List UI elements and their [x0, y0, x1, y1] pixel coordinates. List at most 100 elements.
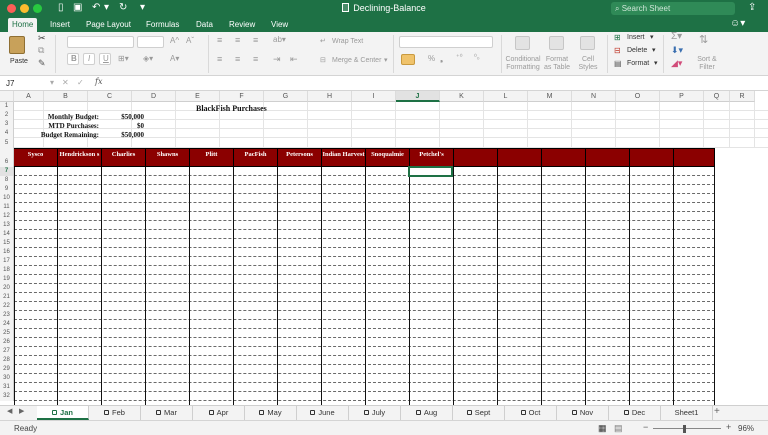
- tab-page-layout[interactable]: Page Layout: [82, 18, 135, 32]
- vendor-header-cell[interactable]: Indian Harvest: [322, 149, 366, 168]
- font-name-select[interactable]: [67, 36, 134, 48]
- font-size-select[interactable]: [137, 36, 164, 48]
- row-header-1[interactable]: 1: [0, 102, 14, 111]
- sheet-tab-oct[interactable]: Oct: [505, 406, 557, 420]
- delete-dropdown-icon[interactable]: ▾: [652, 47, 656, 55]
- copy-icon[interactable]: ⧉: [38, 46, 44, 55]
- delete-cells-icon[interactable]: ⊟: [614, 47, 621, 55]
- tab-view[interactable]: View: [267, 18, 292, 32]
- sheet-tab-apr[interactable]: Apr: [193, 406, 245, 420]
- sheet-tab-sheet1[interactable]: Sheet1: [661, 406, 713, 420]
- column-header-i[interactable]: I: [352, 91, 396, 102]
- active-cell-j7[interactable]: [408, 166, 453, 177]
- format-cells-icon[interactable]: ▤: [614, 60, 622, 68]
- merge-center-button[interactable]: Merge & Center: [332, 57, 381, 65]
- page-layout-view-icon[interactable]: ▤: [614, 423, 623, 434]
- row-header-5[interactable]: 5: [0, 138, 14, 148]
- tab-home[interactable]: Home: [8, 18, 38, 32]
- underline-button[interactable]: U: [99, 53, 111, 65]
- sheet-tab-nov[interactable]: Nov: [557, 406, 609, 420]
- sort-filter-button[interactable]: Sort & Filter: [692, 56, 722, 72]
- column-header-h[interactable]: H: [308, 91, 352, 102]
- vendor-header-cell[interactable]: Snoqualmie: [366, 149, 410, 168]
- sheet-tab-sept[interactable]: Sept: [453, 406, 505, 420]
- row-header-23[interactable]: 23: [0, 311, 14, 320]
- decrease-font-icon[interactable]: Aˇ: [186, 37, 194, 45]
- row-header-12[interactable]: 12: [0, 212, 14, 221]
- row-header-21[interactable]: 21: [0, 293, 14, 302]
- vendor-header-cell[interactable]: [498, 149, 542, 168]
- format-dropdown-icon[interactable]: ▾: [654, 60, 658, 68]
- row-header-24[interactable]: 24: [0, 320, 14, 329]
- wrap-text-button[interactable]: Wrap Text: [332, 38, 363, 46]
- row-header-4[interactable]: 4: [0, 129, 14, 138]
- clear-icon[interactable]: ◢▾: [671, 59, 682, 68]
- normal-view-icon[interactable]: ▦: [598, 423, 607, 434]
- sheet-tab-mar[interactable]: Mar: [141, 406, 193, 420]
- zoom-slider[interactable]: [653, 428, 721, 429]
- format-button[interactable]: Format: [627, 60, 649, 68]
- column-header-l[interactable]: L: [484, 91, 528, 102]
- align-bottom-icon[interactable]: ≡: [253, 36, 258, 45]
- align-left-icon[interactable]: ≡: [217, 55, 222, 64]
- wrap-text-icon[interactable]: ↵: [320, 38, 326, 46]
- insert-button[interactable]: Insert: [627, 34, 645, 42]
- orientation-icon[interactable]: ab▾: [273, 36, 286, 44]
- sheet-tab-june[interactable]: June: [297, 406, 349, 420]
- vendor-header-cell[interactable]: [542, 149, 586, 168]
- italic-button[interactable]: I: [83, 53, 95, 65]
- column-header-r[interactable]: R: [730, 91, 755, 102]
- prev-sheet-icon[interactable]: ◀: [7, 407, 12, 415]
- row-header-6[interactable]: 6: [0, 148, 14, 167]
- row-header-14[interactable]: 14: [0, 230, 14, 239]
- increase-decimal-icon[interactable]: ⁺⁰: [456, 54, 463, 62]
- align-right-icon[interactable]: ≡: [253, 55, 258, 64]
- column-header-d[interactable]: D: [132, 91, 176, 102]
- merge-dropdown-icon[interactable]: ▾: [384, 57, 388, 65]
- column-header-a[interactable]: A: [14, 91, 44, 102]
- borders-icon[interactable]: ⊞▾: [118, 55, 129, 63]
- cut-icon[interactable]: ✂: [38, 34, 46, 43]
- row-header-22[interactable]: 22: [0, 302, 14, 311]
- align-top-icon[interactable]: ≡: [217, 36, 222, 45]
- paste-button[interactable]: Paste: [6, 58, 32, 66]
- format-as-table-button[interactable]: Format as Table: [541, 56, 573, 72]
- vendor-header-cell[interactable]: Hendrickson s: [58, 149, 102, 168]
- fill-color-icon[interactable]: ◈▾: [143, 55, 153, 63]
- align-center-icon[interactable]: ≡: [235, 55, 240, 64]
- column-header-p[interactable]: P: [660, 91, 704, 102]
- row-header-18[interactable]: 18: [0, 266, 14, 275]
- zoom-out-icon[interactable]: −: [643, 422, 648, 432]
- zoom-slider-handle[interactable]: [683, 425, 686, 433]
- tab-review[interactable]: Review: [225, 18, 259, 32]
- sheet-tab-july[interactable]: July: [349, 406, 401, 420]
- number-format-select[interactable]: [399, 36, 493, 48]
- percent-style-icon[interactable]: %: [428, 55, 435, 63]
- autosum-icon[interactable]: Σ▾: [671, 32, 682, 42]
- cell-styles-button[interactable]: Cell Styles: [574, 56, 602, 72]
- zoom-in-icon[interactable]: +: [726, 422, 731, 432]
- row-header-29[interactable]: 29: [0, 365, 14, 374]
- column-header-f[interactable]: F: [220, 91, 264, 102]
- row-header-31[interactable]: 31: [0, 383, 14, 392]
- sheet-tab-jan[interactable]: Jan: [37, 406, 89, 420]
- column-header-b[interactable]: B: [44, 91, 88, 102]
- row-header-16[interactable]: 16: [0, 248, 14, 257]
- vendor-header-cell[interactable]: Petersons: [278, 149, 322, 168]
- font-color-icon[interactable]: A▾: [170, 55, 179, 63]
- accounting-format-icon[interactable]: [401, 54, 415, 65]
- row-header-17[interactable]: 17: [0, 257, 14, 266]
- column-header-o[interactable]: O: [616, 91, 660, 102]
- merge-icon[interactable]: ⊟: [320, 57, 326, 65]
- row-header-27[interactable]: 27: [0, 347, 14, 356]
- vendor-header-cell[interactable]: Shawns: [146, 149, 190, 168]
- column-header-j[interactable]: J: [396, 91, 440, 102]
- row-header-3[interactable]: 3: [0, 120, 14, 129]
- sheet-tab-feb[interactable]: Feb: [89, 406, 141, 420]
- row-header-2[interactable]: 2: [0, 111, 14, 120]
- vendor-header-cell[interactable]: Charlies: [102, 149, 146, 168]
- select-all-corner[interactable]: [0, 91, 14, 102]
- row-header-28[interactable]: 28: [0, 356, 14, 365]
- conditional-formatting-icon[interactable]: [515, 36, 530, 50]
- next-sheet-icon[interactable]: ▶: [19, 407, 24, 415]
